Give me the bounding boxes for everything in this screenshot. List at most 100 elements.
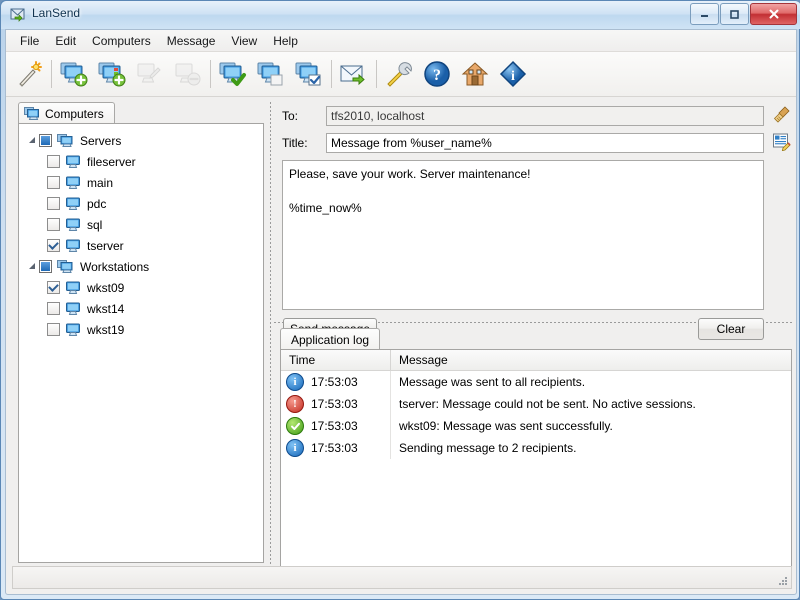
minimize-button[interactable] [690,3,719,25]
group-checkbox[interactable] [39,260,52,273]
template-edit-icon [772,132,791,154]
menu-help[interactable]: Help [265,31,306,51]
invert-selection-icon[interactable] [290,54,328,94]
about-info-icon[interactable]: i [494,54,532,94]
tab-computers[interactable]: Computers [18,102,115,125]
table-row[interactable]: 17:53:03 wkst09: Message was sent succes… [281,415,791,437]
delete-computer-icon [169,54,207,94]
error-icon: ! [286,395,304,413]
table-row[interactable]: i 17:53:03 Message was sent to all recip… [281,371,791,393]
item-checkbox[interactable] [47,323,60,336]
log-column-time[interactable]: Time [281,350,391,370]
item-checkbox[interactable] [47,176,60,189]
menu-file[interactable]: File [12,31,47,51]
tree-item-wkst14[interactable]: wkst14 [19,298,263,319]
table-row[interactable]: i 17:53:03 Sending message to 2 recipien… [281,437,791,459]
close-button[interactable] [750,3,797,25]
computer-icon [65,238,81,253]
log-time: 17:53:03 [311,397,358,411]
tree-node-label: wkst19 [87,323,124,337]
item-checkbox[interactable] [47,218,60,231]
resize-grip[interactable] [776,574,788,586]
computers-tree[interactable]: Servers fileserver [18,123,264,563]
menu-view[interactable]: View [223,31,265,51]
send-message-icon[interactable] [335,54,373,94]
toolbar: ? i [6,52,796,97]
title-input[interactable] [326,133,764,153]
expander-collapse-icon[interactable] [25,260,39,274]
menu-edit[interactable]: Edit [47,31,84,51]
clear-recipients-button[interactable] [770,105,792,127]
vertical-splitter[interactable] [268,102,273,586]
left-tabstrip: Computers [12,102,264,124]
select-all-icon[interactable] [214,54,252,94]
log-message: wkst09: Message was sent successfully. [391,419,613,433]
expander-collapse-icon[interactable] [25,134,39,148]
log-time: 17:53:03 [311,441,358,455]
tree-node-label: Workstations [80,260,149,274]
tree-item-pdc[interactable]: pdc [19,193,263,214]
computer-icon [65,301,81,316]
title-field-row: Title: [282,133,764,153]
toolbar-separator [376,60,377,88]
log-column-message[interactable]: Message [391,350,791,370]
menu-bar: File Edit Computers Message View Help [6,30,796,52]
tree-group-servers[interactable]: Servers [19,130,263,151]
menu-message[interactable]: Message [159,31,224,51]
info-icon: i [286,373,304,391]
menu-computers[interactable]: Computers [84,31,159,51]
tab-application-log[interactable]: Application log [280,328,380,351]
to-input[interactable] [326,106,764,126]
tree-item-sql[interactable]: sql [19,214,263,235]
group-icon [57,259,74,274]
item-checkbox[interactable] [47,155,60,168]
wizard-wand-icon[interactable] [10,54,48,94]
status-bar [12,566,792,589]
client-area: File Edit Computers Message View Help [5,29,797,595]
toolbar-separator [331,60,332,88]
tree-node-label: pdc [87,197,106,211]
tree-node-label: wkst09 [87,281,124,295]
log-message: Sending message to 2 recipients. [391,441,576,455]
toolbar-separator [210,60,211,88]
svg-text:?: ? [433,67,441,84]
mail-send-icon [10,6,27,23]
to-label: To: [282,109,326,123]
tree-item-main[interactable]: main [19,172,263,193]
log-tabstrip: Application log [274,328,792,350]
tree-item-wkst09[interactable]: wkst09 [19,277,263,298]
group-icon [57,133,74,148]
tree-item-tserver[interactable]: tserver [19,235,263,256]
add-group-icon[interactable] [93,54,131,94]
computers-icon [24,106,40,124]
title-bar: LanSend [1,1,800,29]
tree-node-label: fileserver [87,155,136,169]
deselect-all-icon[interactable] [252,54,290,94]
to-field-row: To: [282,106,764,126]
log-time: 17:53:03 [311,419,358,433]
message-templates-button[interactable] [770,132,792,154]
item-checkbox[interactable] [47,302,60,315]
tree-item-fileserver[interactable]: fileserver [19,151,263,172]
toolbar-separator [51,60,52,88]
settings-wrench-icon[interactable] [380,54,418,94]
tree-node-label: sql [87,218,102,232]
home-icon[interactable] [456,54,494,94]
group-checkbox[interactable] [39,134,52,147]
add-computer-icon[interactable] [55,54,93,94]
item-checkbox[interactable] [47,281,60,294]
item-checkbox[interactable] [47,239,60,252]
log-header-row: Time Message [281,350,791,371]
tree-group-workstations[interactable]: Workstations [19,256,263,277]
maximize-button[interactable] [720,3,749,25]
table-row[interactable]: ! 17:53:03 tserver: Message could not be… [281,393,791,415]
message-body-input[interactable]: Please, save your work. Server maintenan… [282,160,764,310]
window-title: LanSend [32,6,80,20]
tree-node-label: main [87,176,113,190]
log-listview[interactable]: Time Message i 17:53:03 Message was sent… [280,349,792,585]
help-question-icon[interactable]: ? [418,54,456,94]
item-checkbox[interactable] [47,197,60,210]
tree-item-wkst19[interactable]: wkst19 [19,319,263,340]
message-pane: To: Title: [274,102,792,586]
window-controls [689,3,797,24]
